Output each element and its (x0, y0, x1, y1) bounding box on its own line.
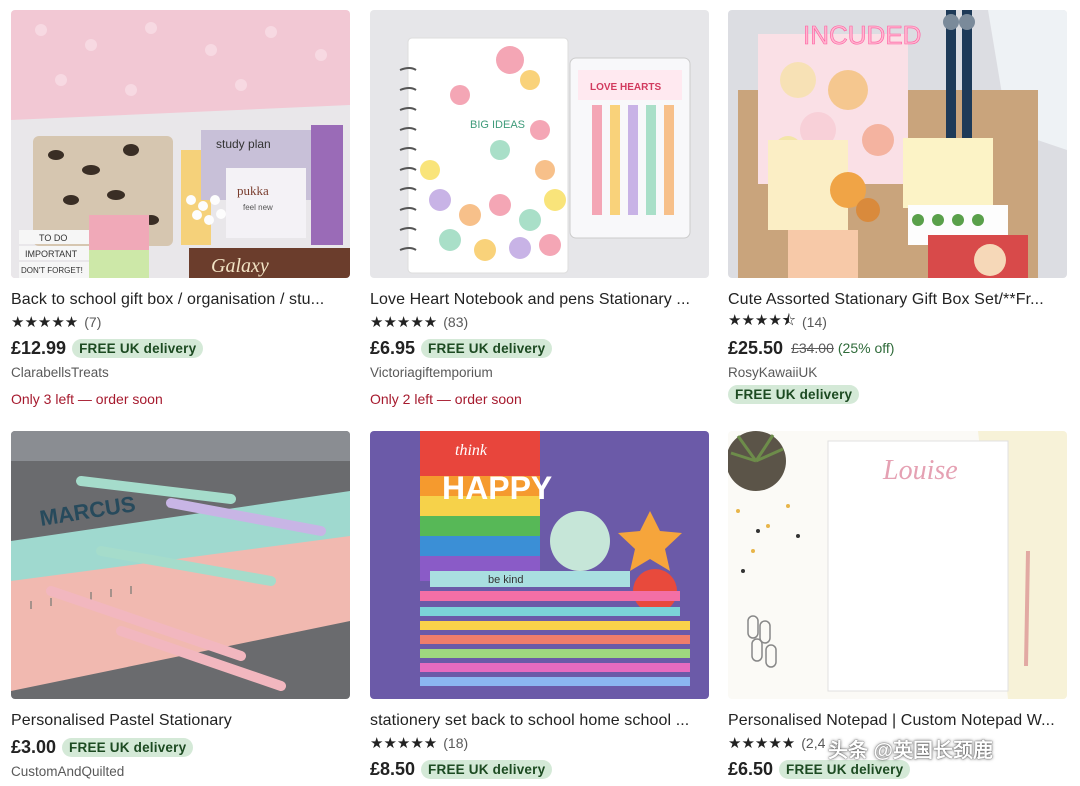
listing-image[interactable]: Louise (728, 431, 1067, 699)
price: £8.50 (370, 758, 416, 779)
review-count: (18) (443, 735, 469, 751)
star-rating-icon: ★★★★⯪ (728, 311, 796, 329)
listing-grid: study plan pukka feel new TO DO IMPORTAN… (0, 0, 1080, 786)
review-count: (7) (84, 314, 102, 330)
svg-text:pukka: pukka (237, 183, 269, 198)
free-delivery-badge: FREE UK delivery (728, 385, 860, 404)
review-count: (83) (443, 314, 469, 330)
rating: ★★★★★ (83) (370, 313, 709, 331)
stock-urgency: Only 2 left — order soon (370, 391, 522, 407)
svg-text:feel new: feel new (243, 203, 273, 212)
shop-name[interactable]: Victoriagiftemporium (370, 364, 709, 382)
listing-card[interactable]: Louise Personalised Notepad | Custom Not… (728, 431, 1067, 782)
rating: ★★★★★ (7) (11, 313, 350, 331)
free-delivery-badge: FREE UK delivery (421, 338, 553, 358)
star-rating-icon: ★★★★★ (728, 735, 796, 752)
svg-text:think: think (455, 442, 488, 459)
stock-urgency: Only 3 left — order soon (11, 391, 163, 407)
price: £12.99 (11, 337, 67, 358)
listing-image[interactable]: study plan pukka feel new TO DO IMPORTAN… (11, 10, 350, 278)
listing-title[interactable]: Back to school gift box / organisation /… (11, 290, 350, 310)
price-row: £6.95 FREE UK delivery (370, 335, 709, 361)
listing-title[interactable]: Personalised Notepad | Custom Notepad W.… (728, 711, 1067, 731)
price-row: £8.50 FREE UK delivery (370, 756, 709, 782)
price: £25.50 (728, 337, 784, 358)
shop-name[interactable]: RosyKawaiiUK (728, 364, 1067, 382)
svg-text:IMPORTANT: IMPORTANT (25, 249, 78, 259)
listing-card[interactable]: INCUDED Cute Assorted Stationary Gift Bo… (728, 10, 1067, 404)
free-delivery-badge: FREE UK delivery (72, 338, 204, 358)
listing-image[interactable]: BIG IDEAS LOVE HEARTS (370, 10, 709, 278)
listing-card[interactable]: BIG IDEAS LOVE HEARTS Love Heart Noteboo… (370, 10, 709, 407)
listing-image[interactable]: think HAPPY be kind (370, 431, 709, 699)
free-delivery-badge: FREE UK delivery (62, 737, 194, 757)
original-price: £34.00 (791, 340, 834, 356)
review-count: (14) (802, 314, 827, 330)
listing-card[interactable]: MARCUS Personalised Pastel Stationary £3… (11, 431, 350, 781)
star-rating-icon: ★★★★★ (11, 314, 79, 331)
review-count: (2,4 (801, 735, 826, 751)
listing-title[interactable]: stationery set back to school home schoo… (370, 711, 709, 731)
watermark: 头条 @英国长颈鹿 (828, 740, 994, 762)
svg-text:INCUDED: INCUDED (803, 20, 921, 50)
shop-name[interactable]: ClarabellsTreats (11, 364, 350, 382)
listing-image[interactable]: MARCUS (11, 431, 350, 699)
rating: ★★★★⯪ (14) (728, 312, 1067, 331)
discount-percent: (25% off) (837, 340, 895, 356)
svg-text:be kind: be kind (488, 574, 523, 586)
price: £6.50 (728, 758, 774, 779)
listing-image[interactable]: INCUDED (728, 10, 1067, 278)
price-row: £25.50 £34.00 (25% off) (728, 335, 1067, 361)
svg-text:DON'T FORGET!: DON'T FORGET! (21, 266, 83, 275)
listing-title[interactable]: Cute Assorted Stationary Gift Box Set/**… (728, 290, 1067, 310)
svg-text:study plan: study plan (216, 137, 271, 151)
listing-title[interactable]: Personalised Pastel Stationary (11, 711, 350, 731)
listing-title[interactable]: Love Heart Notebook and pens Stationary … (370, 290, 709, 310)
listing-card[interactable]: think HAPPY be kind stationery set back … (370, 431, 709, 782)
price-row: £12.99 FREE UK delivery (11, 335, 350, 361)
svg-text:LOVE HEARTS: LOVE HEARTS (590, 82, 661, 93)
rating: ★★★★★ (18) (370, 734, 709, 752)
shop-name[interactable]: CustomAndQuilted (11, 763, 350, 781)
price: £6.95 (370, 337, 416, 358)
price: £3.00 (11, 736, 57, 757)
free-delivery-badge: FREE UK delivery (421, 759, 553, 779)
svg-text:HAPPY: HAPPY (442, 470, 552, 506)
svg-text:Louise: Louise (882, 455, 958, 486)
star-rating-icon: ★★★★★ (370, 314, 438, 331)
svg-text:BIG IDEAS: BIG IDEAS (470, 119, 525, 131)
svg-text:Galaxy: Galaxy (211, 255, 269, 277)
svg-text:TO DO: TO DO (39, 233, 67, 243)
star-rating-icon: ★★★★★ (370, 735, 438, 752)
price-row: £3.00 FREE UK delivery (11, 734, 350, 760)
listing-card[interactable]: study plan pukka feel new TO DO IMPORTAN… (11, 10, 350, 407)
